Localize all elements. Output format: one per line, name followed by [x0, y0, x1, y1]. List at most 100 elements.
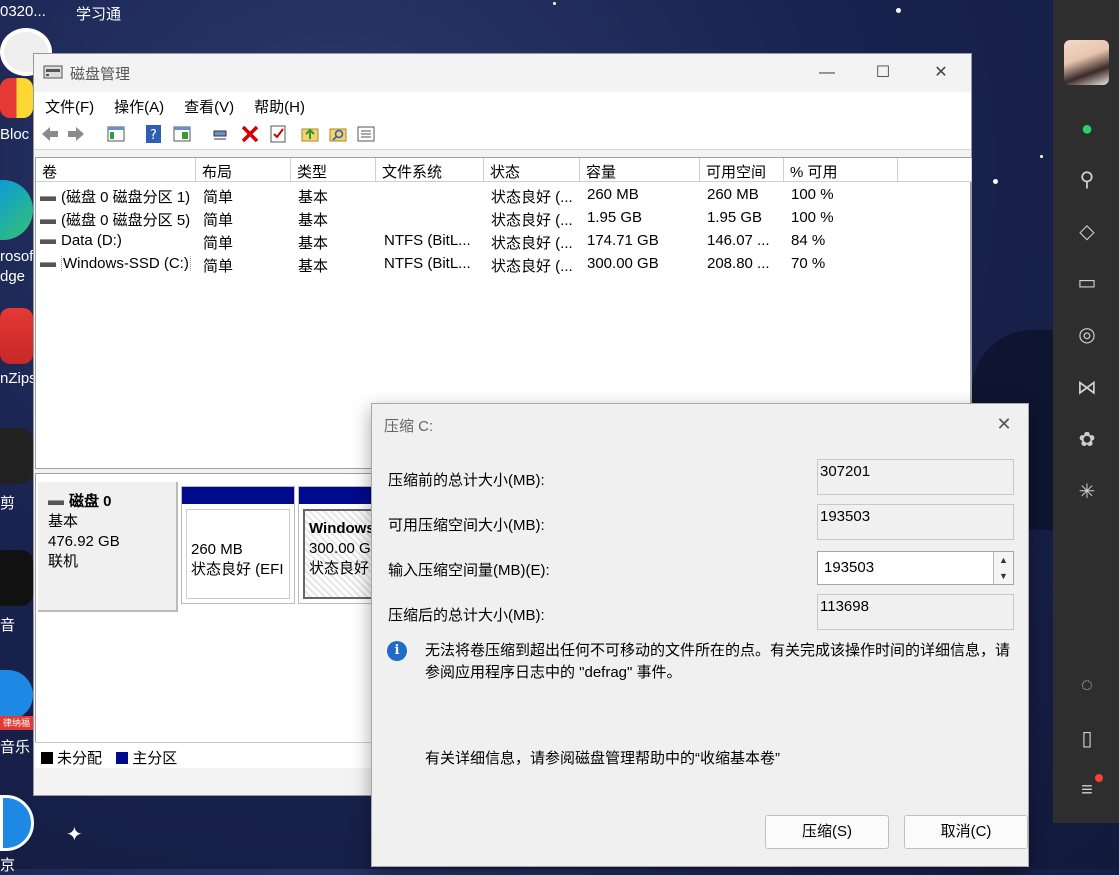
- volume-name: Data (D:): [61, 232, 122, 249]
- tiktok-icon[interactable]: [0, 550, 33, 606]
- partition-size: 260 MB: [191, 541, 243, 558]
- status-cell: 状态良好 (...: [491, 189, 573, 206]
- table-row[interactable]: Data (D:) 简单 基本 NTFS (BitL... 状态良好 (... …: [36, 230, 972, 253]
- total-size-after-label: 压缩后的总计大小(MB):: [388, 607, 545, 624]
- jianying-icon[interactable]: [0, 428, 33, 484]
- kugou-icon[interactable]: [0, 670, 33, 720]
- total-size-before-value: 307201: [817, 459, 1014, 495]
- menu-action[interactable]: 操作(A): [109, 92, 169, 118]
- up-folder-icon[interactable]: [300, 124, 320, 144]
- drive-icon: [40, 238, 56, 244]
- close-button[interactable]: ✕: [918, 54, 964, 92]
- moments-icon[interactable]: ◎: [1075, 323, 1099, 347]
- search-folder-icon[interactable]: [328, 124, 348, 144]
- shrink-button[interactable]: 压缩(S): [765, 815, 889, 849]
- free-space-cell: 208.80 ...: [707, 255, 770, 272]
- menu-file[interactable]: 文件(F): [40, 92, 99, 118]
- type-cell: 基本: [298, 189, 329, 206]
- menu-view[interactable]: 查看(V): [179, 92, 239, 118]
- column-header-free-space[interactable]: 可用空间: [700, 158, 784, 182]
- total-size-before-label: 压缩前的总计大小(MB):: [388, 472, 545, 489]
- spin-up-icon[interactable]: ▲: [993, 552, 1013, 568]
- phone-icon[interactable]: ▯: [1075, 727, 1099, 751]
- help-icon[interactable]: ?: [144, 124, 164, 144]
- svg-text:?: ?: [150, 128, 157, 143]
- maximize-button[interactable]: ☐: [860, 54, 906, 92]
- properties-icon[interactable]: [172, 124, 192, 144]
- unallocated-swatch: [41, 752, 53, 764]
- column-header-status[interactable]: 状态: [484, 158, 580, 182]
- desktop-label[interactable]: 音乐: [0, 736, 30, 757]
- percent-free-cell: 100 %: [791, 209, 834, 226]
- desktop-label[interactable]: 京: [0, 854, 15, 875]
- table-row[interactable]: Windows-SSD (C:) 简单 基本 NTFS (BitL... 状态良…: [36, 253, 972, 276]
- partition-bar: [182, 487, 294, 504]
- edge-icon[interactable]: [0, 180, 33, 240]
- box-icon[interactable]: ◇: [1075, 220, 1099, 244]
- column-header-percent-free[interactable]: % 可用: [784, 158, 898, 182]
- contacts-icon[interactable]: ⚲: [1075, 168, 1099, 192]
- folder-icon[interactable]: ▭: [1075, 271, 1099, 295]
- desktop-label[interactable]: 学习通: [76, 3, 121, 24]
- winrar-icon[interactable]: [0, 78, 33, 118]
- settings-icon[interactable]: ✿: [1075, 428, 1099, 452]
- drive-icon: [48, 499, 64, 505]
- desktop-label[interactable]: Bloc: [0, 126, 29, 143]
- column-header-type[interactable]: 类型: [291, 158, 376, 182]
- layout-cell: 简单: [203, 258, 234, 275]
- console-tree-icon[interactable]: [106, 124, 126, 144]
- desktop-label[interactable]: 0320...: [0, 3, 46, 20]
- star: [553, 2, 556, 5]
- list-view-icon[interactable]: [356, 124, 376, 144]
- percent-free-cell: 84 %: [791, 232, 826, 249]
- desktop-label[interactable]: nZips: [0, 370, 37, 387]
- sparkle-icon: ✦: [66, 824, 83, 846]
- free-space-cell: 1.95 GB: [707, 209, 763, 226]
- star: [993, 179, 998, 184]
- partition-status: 状态良好 (EFI 系: [191, 561, 289, 578]
- table-row[interactable]: (磁盘 0 磁盘分区 1) 简单 基本 状态良好 (... 260 MB 260…: [36, 184, 972, 207]
- channels-icon[interactable]: ⋈: [1075, 376, 1099, 400]
- close-icon[interactable]: ✕: [990, 410, 1018, 438]
- sparkle-icon[interactable]: ✳: [1075, 480, 1099, 504]
- desktop-label[interactable]: rosof: [0, 248, 33, 265]
- column-header-capacity[interactable]: 容量: [580, 158, 700, 182]
- table-row[interactable]: (磁盘 0 磁盘分区 5) 简单 基本 状态良好 (... 1.95 GB 1.…: [36, 207, 972, 230]
- disk-size: 476.92 GB: [48, 533, 120, 550]
- column-header-layout[interactable]: 布局: [196, 158, 291, 182]
- status-cell: 状态良好 (...: [491, 212, 573, 229]
- title-bar[interactable]: 磁盘管理 — ☐ ✕: [34, 54, 971, 92]
- cancel-button[interactable]: 取消(C): [904, 815, 1028, 849]
- info-message: 无法将卷压缩到超出任何不可移动的文件所在的点。有关完成该操作时间的详细信息，请参…: [425, 642, 1011, 681]
- partition-efi[interactable]: 260 MB 状态良好 (EFI 系: [181, 486, 295, 604]
- shrink-amount-stepper[interactable]: ▲ ▼: [817, 551, 1014, 585]
- bandizip-icon[interactable]: [0, 308, 33, 364]
- app-icon[interactable]: [0, 795, 34, 851]
- disk-info-panel[interactable]: 磁盘 0 基本 476.92 GB 联机: [38, 482, 178, 612]
- column-header-volume[interactable]: 卷: [36, 158, 196, 182]
- spin-down-icon[interactable]: ▼: [993, 568, 1013, 584]
- info-icon: i: [387, 641, 407, 661]
- chat-icon[interactable]: ●: [1075, 117, 1099, 141]
- desktop-label[interactable]: 音: [0, 614, 15, 635]
- minimize-button[interactable]: —: [804, 54, 850, 92]
- checklist-icon[interactable]: [268, 124, 288, 144]
- menu-icon[interactable]: ≡: [1075, 778, 1099, 802]
- delete-icon[interactable]: [240, 124, 260, 144]
- filesystem-cell: NTFS (BitL...: [384, 255, 471, 272]
- menu-bar: 文件(F) 操作(A) 查看(V) 帮助(H): [34, 92, 971, 118]
- mini-program-icon[interactable]: ◌: [1075, 673, 1099, 697]
- column-header-filesystem[interactable]: 文件系统: [376, 158, 484, 182]
- column-header-empty: [898, 158, 972, 182]
- avatar[interactable]: [1064, 40, 1109, 85]
- desktop-label[interactable]: dge: [0, 268, 25, 285]
- desktop-label[interactable]: 剪: [0, 492, 15, 513]
- connect-icon[interactable]: [210, 124, 230, 144]
- layout-cell: 简单: [203, 212, 234, 229]
- percent-free-cell: 100 %: [791, 186, 834, 203]
- forward-icon[interactable]: [66, 124, 86, 144]
- menu-help[interactable]: 帮助(H): [249, 92, 310, 118]
- shrink-amount-input[interactable]: [822, 558, 987, 577]
- back-icon[interactable]: [40, 124, 60, 144]
- dialog-title: 压缩 C:: [384, 418, 434, 435]
